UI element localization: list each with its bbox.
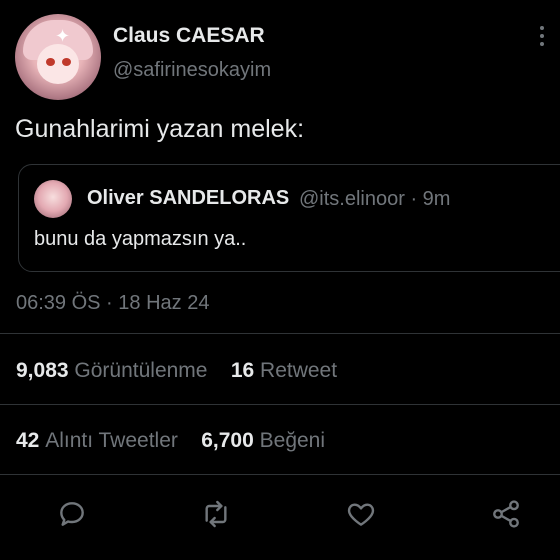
reply-icon[interactable] [56, 498, 88, 530]
retweets-count: 16 [230, 359, 255, 382]
retweets-stat[interactable]: 16 Retweet [231, 359, 337, 382]
avatar-eye [62, 58, 71, 66]
stats-row-views-retweets: 9,083 Görüntülenme 16 Retweet [16, 359, 337, 383]
avatar-eye [46, 58, 55, 66]
stats-row-quotes-likes: 42 Alıntı Tweetler 6,700 Beğeni [16, 429, 325, 453]
quoted-author-name: Oliver SANDELORAS [87, 187, 290, 209]
heart-icon[interactable] [345, 498, 377, 530]
divider [0, 404, 560, 405]
retweet-icon[interactable] [200, 498, 232, 530]
tweet-timestamp[interactable]: 06:39 ÖS · 18 Haz 24 [16, 292, 209, 315]
quoted-tweet[interactable]: Oliver SANDELORAS @its.elinoor · 9m bunu… [18, 164, 560, 272]
quoted-tweet-text: bunu da yapmazsın ya.. [34, 228, 247, 250]
quotes-count: 42 [16, 429, 40, 452]
tweet-header: ✦ Claus CAESAR @safirinesokayim [15, 14, 545, 100]
quoted-author-meta: @its.elinoor · 9m [299, 188, 451, 210]
share-icon[interactable] [490, 498, 522, 530]
divider [0, 474, 560, 475]
star-icon: ✦ [55, 26, 71, 46]
more-options-icon[interactable] [539, 26, 545, 50]
views-stat[interactable]: 9,083 Görüntülenme [16, 359, 207, 382]
views-label: Görüntülenme [74, 359, 208, 382]
likes-count: 6,700 [201, 429, 254, 452]
author-handle[interactable]: @safirinesokayim [113, 59, 271, 82]
quotes-stat[interactable]: 42 Alıntı Tweetler [16, 429, 178, 452]
likes-label: Beğeni [259, 429, 326, 452]
divider [0, 333, 560, 334]
quoted-author-avatar [34, 180, 72, 218]
author-avatar[interactable]: ✦ [15, 14, 101, 100]
quotes-label: Alıntı Tweetler [45, 429, 178, 452]
tweet-text: Gunahlarimi yazan melek: [15, 115, 305, 143]
avatar-face [37, 44, 79, 84]
tweet-actions [0, 490, 560, 540]
views-count: 9,083 [16, 359, 69, 382]
likes-stat[interactable]: 6,700 Beğeni [201, 429, 325, 452]
author-name[interactable]: Claus CAESAR [113, 24, 265, 48]
retweets-label: Retweet [260, 359, 338, 382]
